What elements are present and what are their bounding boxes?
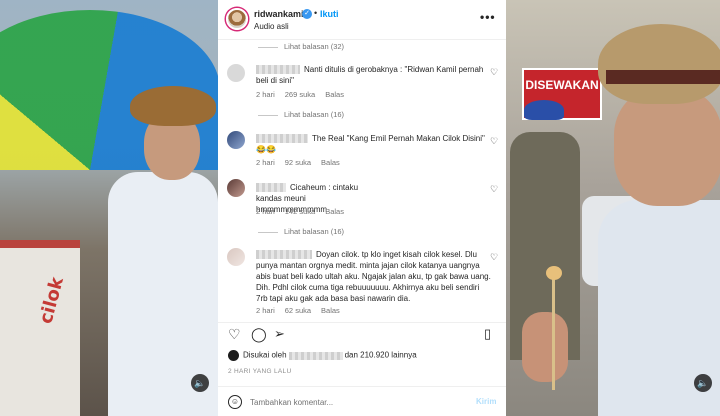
comment-text: Nanti ditulis di gerobaknya : "Ridwan Ka…: [256, 65, 484, 85]
share-icon[interactable]: ➢: [274, 326, 285, 342]
verified-badge-icon: ✓: [302, 9, 312, 19]
cilok-skewer: [552, 270, 555, 390]
emoji-icon[interactable]: ☺: [228, 395, 242, 409]
avatar[interactable]: [227, 248, 245, 266]
follow-button[interactable]: Ikuti: [320, 9, 339, 19]
heart-icon[interactable]: ♡: [228, 326, 241, 342]
view-replies-link[interactable]: Lihat balasan (16): [258, 110, 344, 119]
comment-meta: 2 hari 269 suka Balas: [256, 90, 344, 99]
commenter-name[interactable]: [256, 65, 300, 75]
view-replies-link[interactable]: Lihat balasan (16): [258, 227, 344, 236]
liker-name[interactable]: [288, 351, 343, 360]
cilok-cart: [0, 240, 80, 416]
post-actions: ♡ ◯ ➢ ▯: [218, 322, 506, 344]
commenter-name[interactable]: [256, 250, 312, 260]
post-comment-button[interactable]: Kirim: [476, 397, 496, 406]
audio-label[interactable]: Audio asli: [254, 22, 289, 31]
bookmark-icon[interactable]: ▯: [484, 326, 491, 342]
heart-icon[interactable]: ♡: [490, 185, 499, 194]
man-in-hat-left: [98, 86, 218, 416]
comment-icon[interactable]: ◯: [251, 326, 267, 342]
avatar[interactable]: [227, 131, 245, 149]
username[interactable]: ridwankamil: [254, 9, 306, 19]
comments-list: Lihat balasan (32) Nanti ditulis di gero…: [218, 40, 506, 320]
reply-button[interactable]: Balas: [325, 207, 344, 216]
separator: •: [314, 8, 318, 18]
comment-meta: 2 hari 62 suka Balas: [256, 306, 340, 315]
comment-composer: ☺ Kirim: [218, 386, 506, 416]
instagram-post-viewer: cilok 🔈 DISEWAKAN 🔈 ridwankamil ✓ • Ikut…: [0, 0, 720, 416]
cilok-ball: [546, 266, 562, 280]
view-replies-link[interactable]: Lihat balasan (32): [258, 42, 344, 51]
heart-icon[interactable]: ♡: [490, 137, 499, 146]
reply-button[interactable]: Balas: [321, 158, 340, 167]
heart-icon[interactable]: ♡: [490, 253, 499, 262]
avatar[interactable]: [227, 179, 245, 197]
avatar[interactable]: [227, 64, 245, 82]
reply-button[interactable]: Balas: [325, 90, 344, 99]
reply-button[interactable]: Balas: [321, 306, 340, 315]
avatar: [228, 350, 239, 361]
comment-input[interactable]: [250, 394, 470, 410]
heart-icon[interactable]: ♡: [490, 68, 499, 77]
hand: [522, 312, 568, 382]
post-timestamp[interactable]: 2 HARI YANG LALU: [228, 368, 291, 375]
avatar[interactable]: [226, 8, 248, 30]
video-frame-left[interactable]: cilok 🔈: [0, 0, 218, 416]
mute-icon[interactable]: 🔈: [191, 374, 209, 392]
likes-summary[interactable]: Disukai oleh dan 210.920 lainnya: [228, 350, 417, 361]
mute-icon[interactable]: 🔈: [694, 374, 712, 392]
comment-text: The Real "Kang Emil Pernah Makan Cilok D…: [256, 134, 485, 154]
post-header: ridwankamil ✓ • Ikuti Audio asli •••: [218, 0, 506, 40]
man-in-hat-right: [598, 24, 720, 416]
commenter-name[interactable]: [256, 134, 308, 144]
comment-meta: 2 hari 142 suka Balas: [256, 207, 344, 216]
more-options-icon[interactable]: •••: [480, 10, 496, 24]
comment-text: Doyan cilok. tp klo inget kisah cilok ke…: [256, 250, 491, 303]
commenter-name[interactable]: [256, 183, 286, 193]
post-panel: ridwankamil ✓ • Ikuti Audio asli ••• Lih…: [218, 0, 506, 416]
comment-meta: 2 hari 92 suka Balas: [256, 158, 340, 167]
